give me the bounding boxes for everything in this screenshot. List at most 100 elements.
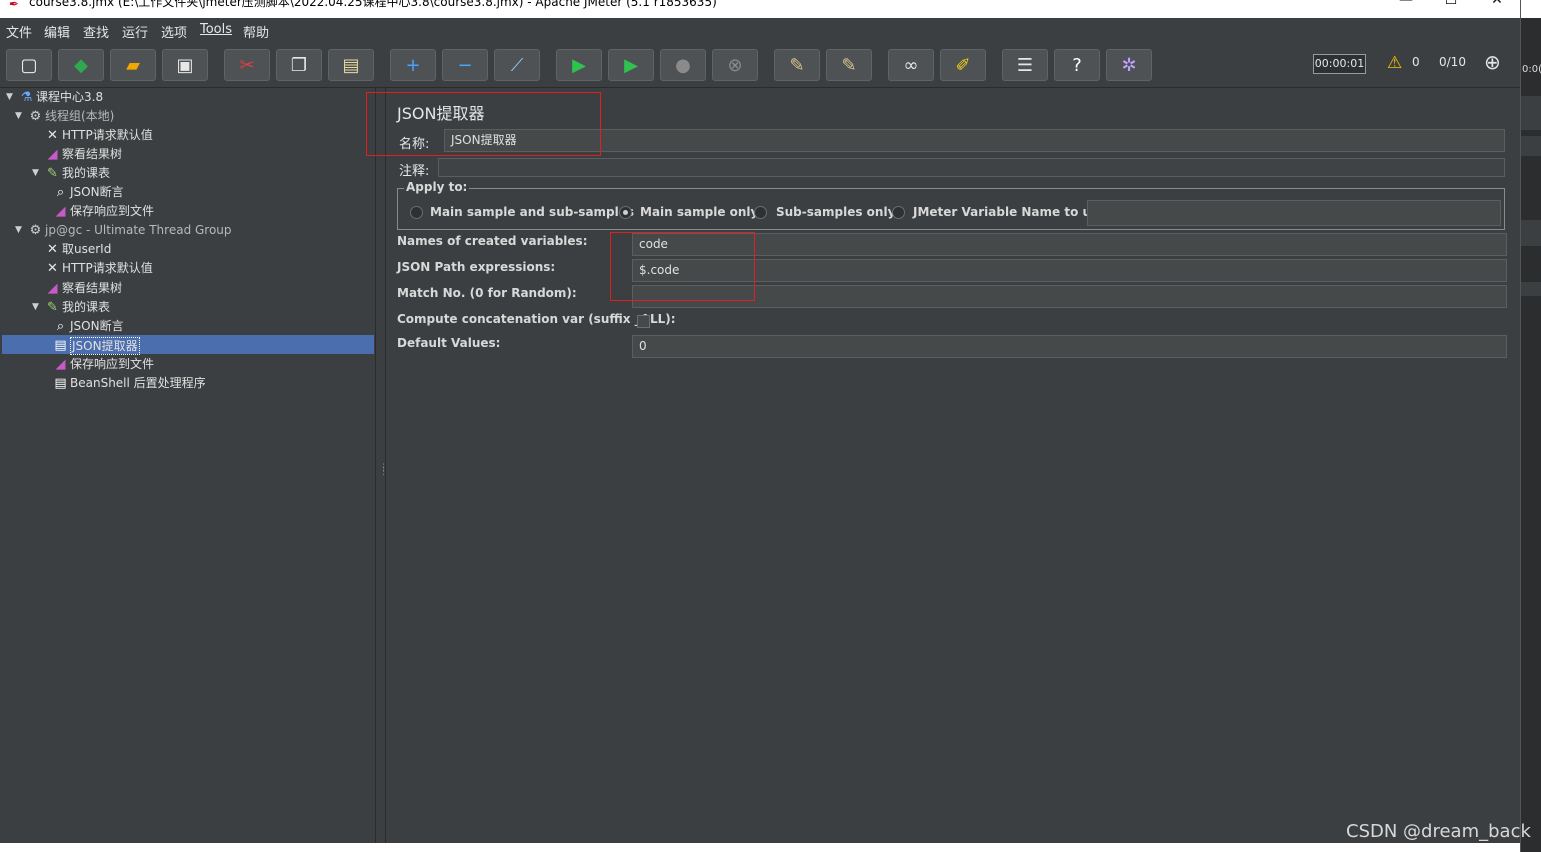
close-button[interactable]: ✕ [1477, 0, 1517, 12]
collapse-button[interactable]: − [442, 49, 488, 81]
json-path-label: JSON Path expressions: [397, 260, 556, 274]
expand-toggle-icon[interactable]: ▼ [15, 221, 25, 240]
stop-icon: ● [675, 54, 691, 76]
background-window-row [1521, 220, 1541, 246]
expand-toggle-icon[interactable]: ▼ [15, 107, 25, 126]
tree-node[interactable]: ▤ JSON提取器 [0, 336, 370, 355]
reset-search-button[interactable]: ✐ [940, 49, 986, 81]
paste-button[interactable]: ▤ [328, 49, 374, 81]
radio-sub-only[interactable] [754, 206, 767, 219]
tree-node[interactable]: ▤ BeanShell 后置处理程序 [0, 374, 370, 393]
tree-node[interactable]: ◢ 保存响应到文件 [0, 202, 370, 221]
tree-node[interactable]: ▼ ✎ 我的课表 [0, 298, 370, 317]
radio-label-main-and-sub[interactable]: Main sample and sub-samples [430, 205, 634, 219]
match-no-input[interactable] [632, 285, 1507, 308]
tree-node[interactable]: ✕ 取userId [0, 240, 370, 259]
menu-search[interactable]: 查找 [83, 22, 109, 41]
tree-node[interactable]: ✕ HTTP请求默认值 [0, 126, 370, 145]
split-pane-divider[interactable]: ⋮ ⋮ [376, 88, 388, 843]
radio-main-and-sub[interactable] [410, 206, 423, 219]
elapsed-time: 00:00:01 [1313, 54, 1366, 74]
name-field[interactable]: JSON提取器 [444, 129, 1505, 152]
annotation-box-fields [610, 232, 755, 301]
window-title-bar: ✒ course3.8.jmx (E:\工作文件夹\jmeter压测脚本\202… [0, 0, 1520, 18]
default-values-input[interactable]: 0 [632, 335, 1507, 358]
menu-options[interactable]: 选项 [161, 22, 187, 41]
start-no-pause-button[interactable]: ▶ [608, 49, 654, 81]
maximize-button[interactable]: ☐ [1431, 0, 1471, 12]
menu-file[interactable]: 文件 [6, 22, 32, 41]
eraser-icon: ✐ [955, 54, 971, 76]
radio-variable-name[interactable] [892, 206, 905, 219]
config-tools-icon: ✕ [47, 261, 58, 277]
tree-node[interactable]: ⌕ JSON断言 [0, 317, 370, 336]
menu-edit[interactable]: 编辑 [44, 22, 70, 41]
expand-button[interactable]: + [390, 49, 436, 81]
tree-node-label: 察看结果树 [62, 147, 123, 162]
tree-node-label: JSON提取器 [70, 336, 140, 355]
concat-var-label: Compute concatenation var (suffix _ALL): [397, 312, 676, 326]
tree-node[interactable]: ✕ HTTP请求默认值 [0, 259, 370, 278]
menu-tools[interactable]: Tools [200, 22, 232, 37]
open-button[interactable]: ▰ [110, 49, 156, 81]
listener-icon: ◢ [55, 204, 66, 220]
tree-node[interactable]: ◢ 保存响应到文件 [0, 355, 370, 374]
broom-icon: ✎ [789, 54, 805, 76]
comment-field[interactable] [438, 158, 1505, 177]
menu-run[interactable]: 运行 [122, 22, 148, 41]
tree-node[interactable]: ▼ ⚙ 线程组(本地) [0, 107, 370, 126]
concat-var-checkbox[interactable] [637, 315, 650, 328]
thread-group-gear-icon: ⚙ [29, 223, 42, 239]
tree-node[interactable]: ▼ ⚗ 课程中心3.8 [0, 88, 370, 107]
tree-node[interactable]: ◢ 察看结果树 [0, 145, 370, 164]
window-bottom-edge [0, 843, 1520, 852]
minus-icon: − [457, 54, 473, 76]
clipboard-icon: ▤ [342, 54, 360, 76]
listener-icon: ◢ [47, 280, 58, 296]
toggle-button[interactable]: ⟋ [494, 49, 540, 81]
copy-button[interactable]: ❐ [276, 49, 322, 81]
stop-button[interactable]: ● [660, 49, 706, 81]
clear-button[interactable]: ✎ [774, 49, 820, 81]
json-path-input[interactable]: $.code [632, 259, 1507, 282]
annotation-box-title [366, 92, 601, 156]
tree-node[interactable]: ▼ ⚙ jp@gc - Ultimate Thread Group [0, 221, 370, 240]
templates-button[interactable]: ◆ [58, 49, 104, 81]
cut-button[interactable]: ✂ [224, 49, 270, 81]
tree-node[interactable]: ⌕ JSON断言 [0, 183, 370, 202]
created-variables-input[interactable]: code [632, 233, 1507, 256]
variable-name-input[interactable] [1087, 200, 1501, 226]
shutdown-button[interactable]: ⊗ [712, 49, 758, 81]
test-plan-icon: ⚗ [20, 90, 33, 105]
save-icon: ▣ [176, 54, 194, 76]
tree-node[interactable]: ▼ ✎ 我的课表 [0, 164, 370, 183]
list-icon: ☰ [1016, 54, 1034, 76]
help-icon: ? [1072, 54, 1082, 76]
globe-icon[interactable]: ⊕ [1484, 50, 1501, 74]
radio-main-only[interactable] [619, 206, 632, 219]
help-button[interactable]: ? [1054, 49, 1100, 81]
menu-bar: 文件 编辑 查找 运行 选项 Tools 帮助 [0, 18, 1520, 42]
folder-icon: ▰ [126, 54, 140, 76]
minimize-button[interactable]: — [1386, 0, 1426, 12]
apply-to-title: Apply to: [404, 180, 470, 194]
search-button[interactable]: ∞ [888, 49, 934, 81]
menu-help[interactable]: 帮助 [243, 22, 269, 41]
save-button[interactable]: ▣ [162, 49, 208, 81]
tree-node[interactable]: ◢ 察看结果树 [0, 279, 370, 298]
warning-icon[interactable]: ⚠ [1387, 53, 1402, 73]
radio-label-sub-only[interactable]: Sub-samples only [776, 205, 895, 219]
new-button[interactable]: ▢ [6, 49, 52, 81]
radio-label-variable-name[interactable]: JMeter Variable Name to use [913, 205, 1106, 219]
expand-toggle-icon[interactable]: ▼ [32, 298, 42, 317]
start-button[interactable]: ▶ [556, 49, 602, 81]
tree-node-label: HTTP请求默认值 [62, 128, 153, 143]
function-helper-button[interactable]: ☰ [1002, 49, 1048, 81]
tree-node-label: JSON断言 [70, 185, 124, 200]
clear-all-button[interactable]: ✎ [826, 49, 872, 81]
expand-toggle-icon[interactable]: ▼ [6, 88, 16, 107]
match-no-label: Match No. (0 for Random): [397, 286, 577, 300]
radio-label-main-only[interactable]: Main sample only [640, 205, 758, 219]
expand-toggle-icon[interactable]: ▼ [32, 164, 42, 183]
remote-button[interactable]: ✲ [1106, 49, 1152, 81]
